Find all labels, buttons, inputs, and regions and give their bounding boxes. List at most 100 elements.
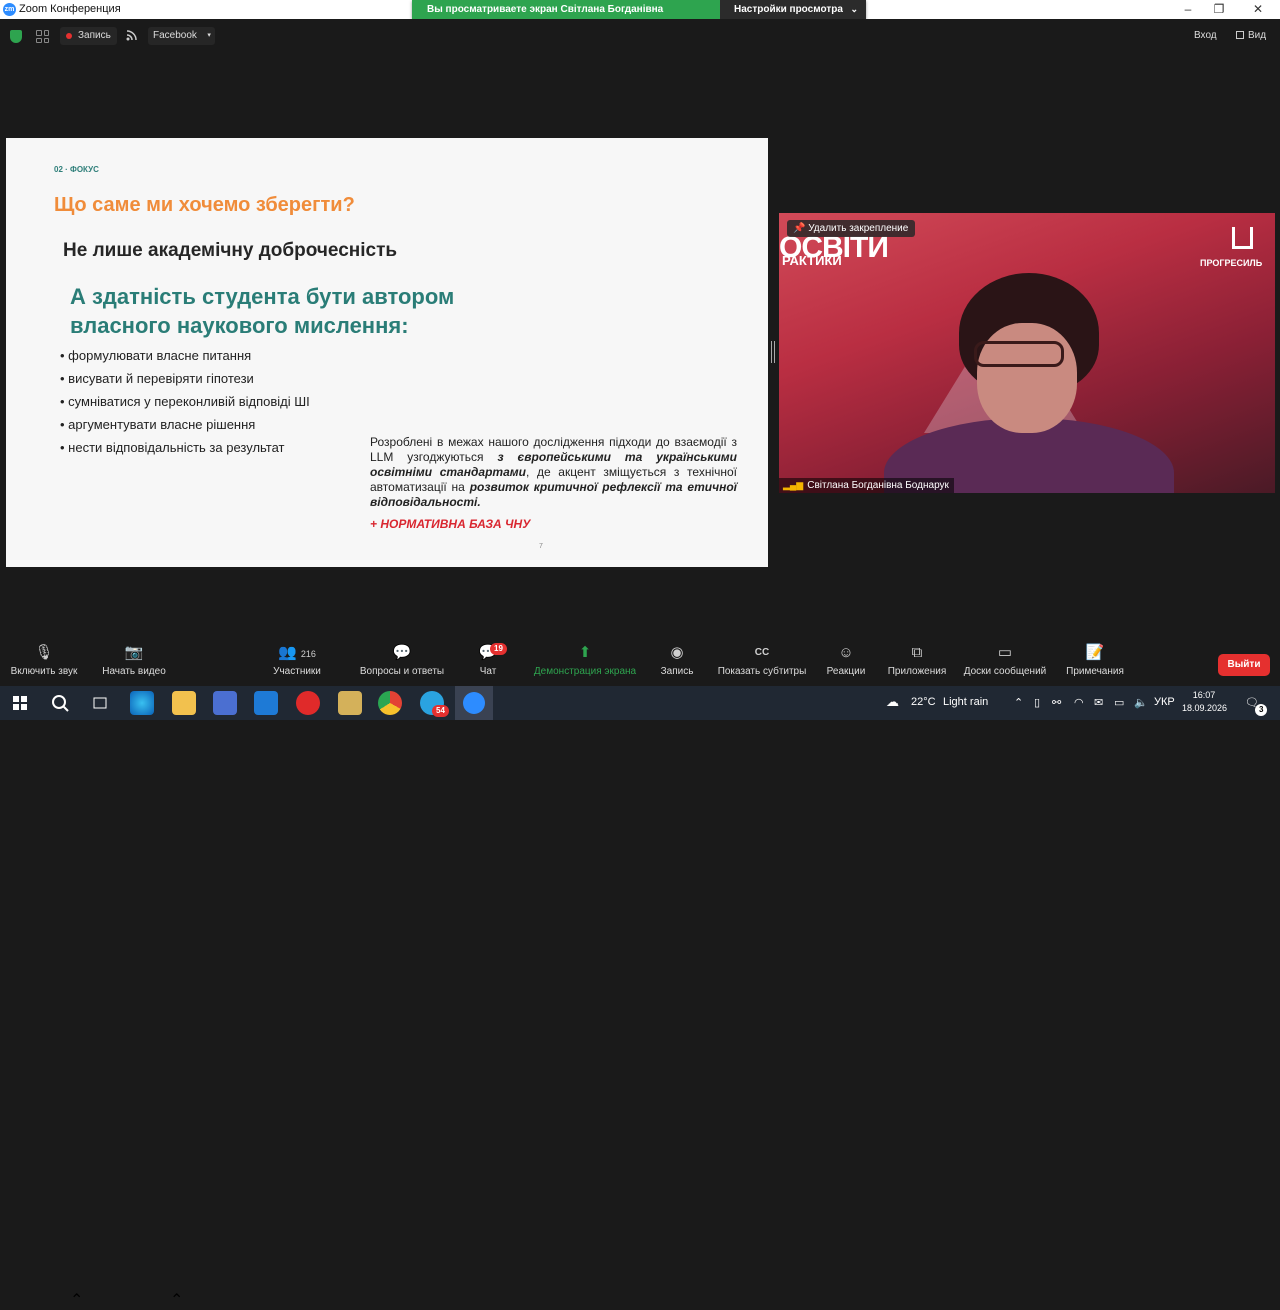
apps-button[interactable]: ⧉ Приложения [884,640,950,677]
chat-label: Чат [479,666,497,677]
record-button[interactable]: ◉ Запись [658,640,696,677]
tray-device-icon[interactable]: ▯ [1034,696,1040,709]
speaker-video-tile[interactable]: ОСВІТИ РАКТИКИ ПРОГРЕСИЛЬ 📌 Удалить закр… [779,213,1275,493]
share-screen-label: Демонстрация экрана [533,666,637,677]
taskbar-clock[interactable]: 16:07 18.09.2026 [1182,689,1227,715]
view-settings-button[interactable]: Настройки просмотра ⌄ [720,0,866,19]
progresyl-logo-mark [1232,227,1253,249]
screen-share-banner: Вы просматриваете экран Світлана Богдані… [412,0,866,34]
file-explorer-icon[interactable] [172,691,196,715]
chat-button[interactable]: 💬 19 Чат [472,640,507,677]
participants-count: 216 [300,649,316,659]
start-video-button[interactable]: 📷 Начать видео [100,640,168,677]
slide-heading: Не лише академічну доброчесність [63,240,398,261]
language-indicator[interactable]: УКР [1154,696,1175,708]
weather-temp[interactable]: 22°C [911,696,936,708]
microphone-muted-icon: 🎙 [34,644,54,661]
notes-button[interactable]: 📝 Примечания [1062,640,1128,677]
mail-icon[interactable] [254,691,278,715]
opera-icon[interactable] [296,691,320,715]
whiteboards-label: Доски сообщений [963,666,1047,677]
video-options-chevron-icon[interactable]: ⌃ [170,1290,183,1310]
tray-wifi-icon[interactable]: ◠ [1074,696,1084,709]
recording-label: Запись [78,30,111,41]
progresyl-logo-text: ПРОГРЕСИЛЬ [1200,258,1263,268]
chevron-down-icon: ⌄ [850,4,858,14]
slide-bullets: формулювати власне питання висувати й пе… [60,348,310,463]
bullet-item: сумніватися у переконливій відповіді ШІ [60,394,310,417]
participant-name: Світлана Богданівна Боднарук [807,480,949,491]
signal-strength-icon: ▂▄▆ [783,480,804,490]
bullet-item: нести відповідальність за результат [60,440,310,463]
caret-down-icon: ▾ [207,32,211,39]
audio-options-chevron-icon[interactable]: ⌃ [70,1290,83,1310]
pin-icon: 📌 [793,223,806,234]
qa-label: Вопросы и ответы [359,666,445,677]
notes-label: Примечания [1066,666,1124,677]
edge-browser-icon[interactable] [130,691,154,715]
tray-network-icon[interactable]: ⚯ [1052,696,1061,709]
normative-base-label: + НОРМАТИВНА БАЗА ЧНУ [370,517,531,531]
security-shield-icon[interactable] [10,30,22,43]
participants-button[interactable]: 👥 216 Участники [270,640,324,677]
notification-count-badge: 3 [1255,704,1268,716]
view-label: Вид [1248,30,1267,41]
record-label: Запись [660,666,694,677]
qa-button[interactable]: 💬 Вопросы и ответы [358,640,446,677]
search-icon[interactable] [48,691,72,715]
leave-meeting-button[interactable]: Выйти [1218,654,1270,676]
gallery-grid-icon[interactable] [36,30,49,43]
record-dot-icon [66,33,72,39]
viewing-screen-label: Вы просматриваете экран Світлана Богдані… [412,0,720,34]
facebook-label: Facebook [153,30,197,41]
participants-label: Участники [273,666,321,677]
zoom-taskbar-item[interactable] [455,686,493,720]
slide-subheading: А здатність студента бути автором власно… [70,284,455,338]
captions-button[interactable]: CC Показать субтитры [716,640,808,677]
bullet-item: формулювати власне питання [60,348,310,371]
start-video-label: Начать видео [102,666,166,677]
weather-text[interactable]: Light rain [943,696,988,708]
slide-question: Що саме ми хочемо зберегти? [54,194,355,216]
reactions-label: Реакции [826,666,866,677]
reactions-button[interactable]: ☺ Реакции [824,640,868,677]
share-screen-icon: ⬆ [578,644,592,661]
bullet-item: висувати й перевіряти гіпотези [60,371,310,394]
view-menu-button[interactable]: Вид [1236,30,1266,41]
app-icon[interactable] [338,691,362,715]
participant-face [977,323,1077,433]
chrome-icon[interactable] [378,691,402,715]
slide-paragraph: Розроблені в межах нашого дослідження пі… [370,435,737,510]
chat-unread-badge: 19 [490,643,507,655]
background-logo-text: РАКТИКИ [782,253,842,268]
notes-icon: 📝 [1085,644,1105,661]
meeting-controls-bar: 🎙 Включить звук ⌃ 📷 Начать видео ⌃ 👥 216… [0,640,1280,1309]
window-title: Zoom Конференция [19,3,121,15]
captions-label: Показать субтитры [717,666,807,677]
recording-indicator[interactable]: Запись [60,27,117,45]
zoom-icon [463,692,485,714]
windows-start-icon[interactable] [8,691,32,715]
share-screen-button[interactable]: ⬆ Демонстрация экрана [531,640,639,677]
livestream-icon[interactable] [126,30,137,44]
whiteboards-button[interactable]: ▭ Доски сообщений [960,640,1050,677]
record-icon: ◉ [670,644,684,661]
participant-name-tag: ▂▄▆ Світлана Богданівна Боднарук [779,478,954,493]
panel-splitter-handle[interactable] [771,341,775,363]
store-icon[interactable] [213,691,237,715]
volume-icon[interactable]: 🔈 [1134,696,1148,709]
unpin-button[interactable]: 📌 Удалить закрепление [787,220,916,237]
tray-expand-icon[interactable]: ⌃ [1014,696,1023,709]
weather-cloud-icon[interactable]: ☁ [886,694,899,710]
close-button[interactable]: ✕ [1240,0,1276,19]
tray-chat-icon[interactable]: ✉ [1094,696,1103,709]
task-view-icon[interactable] [88,691,112,715]
apps-label: Приложения [887,666,947,677]
meeting-top-toolbar: Запись Facebook ▾ Вход Вид [0,19,1280,53]
unmute-button[interactable]: 🎙 Включить звук [8,640,80,677]
maximize-button[interactable]: ❐ [1201,0,1237,19]
facebook-live-button[interactable]: Facebook ▾ [148,27,215,45]
bullet-item: аргументувати власне рішення [60,417,310,440]
battery-icon[interactable]: ▭ [1114,696,1124,709]
sign-in-button[interactable]: Вход [1194,30,1217,41]
